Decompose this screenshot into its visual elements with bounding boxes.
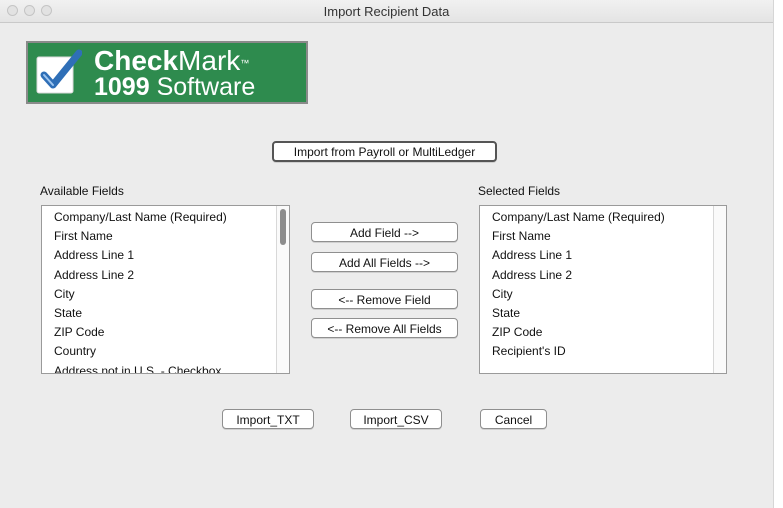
available-field-item[interactable]: Company/Last Name (Required) xyxy=(54,208,289,227)
selected-fields-list[interactable]: Company/Last Name (Required) First Name … xyxy=(479,205,727,374)
logo-check-text: Check xyxy=(94,45,179,76)
available-fields-heading: Available Fields xyxy=(40,184,124,198)
selected-field-item[interactable]: ZIP Code xyxy=(492,323,726,342)
available-field-item[interactable]: State xyxy=(54,304,289,323)
available-field-item[interactable]: City xyxy=(54,285,289,304)
logo-1099-text: 1099 xyxy=(94,73,150,101)
available-fields-list[interactable]: Company/Last Name (Required) First Name … xyxy=(41,205,290,374)
available-fields-scroll-thumb[interactable] xyxy=(280,209,286,245)
available-fields-scrollbar[interactable] xyxy=(276,206,289,373)
add-field-button[interactable]: Add Field --> xyxy=(311,222,458,242)
import-dialog-window: Import Recipient Data CheckMark™ 1099 So… xyxy=(0,0,774,508)
selected-field-item[interactable]: Address Line 1 xyxy=(492,246,726,265)
available-field-item[interactable]: First Name xyxy=(54,227,289,246)
import-txt-button[interactable]: Import_TXT xyxy=(222,409,314,429)
selected-field-item[interactable]: Address Line 2 xyxy=(492,266,726,285)
selected-field-item[interactable]: Recipient's ID xyxy=(492,342,726,361)
available-field-item[interactable]: ZIP Code xyxy=(54,323,289,342)
logo-mark-text: Mark xyxy=(178,45,241,76)
selected-fields-scrollbar[interactable] xyxy=(713,206,726,373)
cancel-button[interactable]: Cancel xyxy=(480,409,547,429)
logo-line-1: CheckMark™ xyxy=(94,46,249,76)
selected-fields-heading: Selected Fields xyxy=(478,184,561,198)
logo-software-text: Software xyxy=(149,73,256,101)
available-field-item[interactable]: Address not in U.S. - Checkbox xyxy=(54,362,289,374)
available-field-item[interactable]: Country xyxy=(54,342,289,361)
available-field-item[interactable]: Address Line 1 xyxy=(54,246,289,265)
logo-line-2: 1099 Software xyxy=(94,73,255,101)
selected-field-item[interactable]: City xyxy=(492,285,726,304)
available-field-item[interactable]: Address Line 2 xyxy=(54,266,289,285)
remove-field-button[interactable]: <-- Remove Field xyxy=(311,289,458,309)
logo-trademark: ™ xyxy=(240,58,250,68)
window-title: Import Recipient Data xyxy=(323,4,450,19)
import-csv-button[interactable]: Import_CSV xyxy=(350,409,442,429)
checkmark-logo-icon xyxy=(36,49,82,94)
add-all-fields-button[interactable]: Add All Fields --> xyxy=(311,252,458,272)
selected-field-item[interactable]: First Name xyxy=(492,227,726,246)
title-bar: Import Recipient Data xyxy=(0,0,773,23)
checkmark-logo: CheckMark™ 1099 Software xyxy=(26,41,308,104)
remove-all-fields-button[interactable]: <-- Remove All Fields xyxy=(311,318,458,338)
selected-field-item[interactable]: State xyxy=(492,304,726,323)
import-from-payroll-button[interactable]: Import from Payroll or MultiLedger xyxy=(272,141,497,162)
selected-field-item[interactable]: Company/Last Name (Required) xyxy=(492,208,726,227)
